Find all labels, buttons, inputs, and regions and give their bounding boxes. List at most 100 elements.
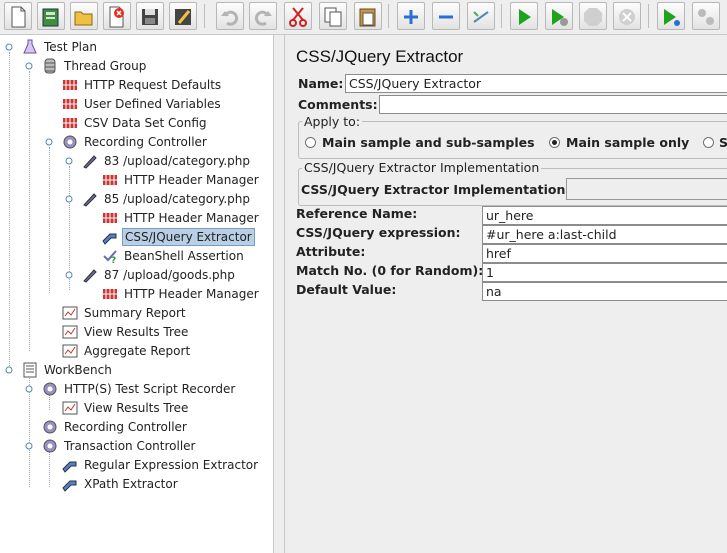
radio-label: S [719, 135, 727, 150]
radio-label: Main sample only [566, 135, 690, 150]
tree-toggle-icon[interactable] [64, 156, 74, 166]
tree-node-label: User Defined Variables [84, 97, 221, 111]
radio-main-sample-only[interactable] [549, 137, 560, 148]
extractor-icon [62, 461, 77, 473]
tree-toggle-icon[interactable] [4, 42, 14, 52]
tree-node-label: View Results Tree [84, 401, 189, 415]
extractor-panel: CSS/JQuery Extractor Name: CSS/JQuery Ex… [285, 35, 727, 553]
match-no-field[interactable]: 1 [482, 263, 727, 282]
remote-start-all-icon[interactable] [692, 2, 720, 30]
comments-field[interactable] [379, 95, 727, 114]
tree-toggle-icon[interactable] [44, 137, 54, 147]
save-icon[interactable] [136, 2, 164, 30]
tree-node-label: WorkBench [44, 363, 112, 377]
redo-icon[interactable] [249, 2, 277, 30]
test-plan-tree[interactable]: Test Plan Thread Group HTTP Request Defa… [0, 35, 273, 553]
listener-icon [62, 344, 78, 358]
tree-node-label: 83 /upload/category.php [104, 154, 251, 168]
stop-icon[interactable] [579, 2, 607, 30]
remote-start-icon[interactable] [657, 2, 685, 30]
tree-node-label: BeanShell Assertion [124, 249, 244, 263]
listener-icon [62, 401, 78, 415]
match-no-label: Match No. (0 for Random): [296, 263, 484, 278]
controller-icon [43, 420, 57, 434]
comments-label: Comments: [298, 97, 378, 112]
attribute-label: Attribute: [296, 244, 366, 259]
assertion-icon: ? [103, 250, 117, 264]
tree-node-label: HTTP Request Defaults [84, 78, 222, 92]
copy-icon[interactable] [319, 2, 347, 30]
listener-icon [62, 306, 78, 320]
templates-icon[interactable] [37, 2, 65, 30]
tree-node-label: Test Plan [44, 40, 97, 54]
collapse-icon[interactable] [432, 2, 460, 30]
radio-label: Main sample and sub-samples [322, 135, 535, 150]
radio-main-and-sub-samples[interactable] [305, 137, 316, 148]
tree-node-label: HTTP(S) Test Script Recorder [64, 382, 236, 396]
tree-toggle-icon[interactable] [64, 270, 74, 280]
panel-title: CSS/JQuery Extractor [296, 47, 464, 66]
config-element-icon [103, 213, 117, 223]
tree-node-label: XPath Extractor [84, 477, 178, 491]
open-icon[interactable] [70, 2, 98, 30]
tree-toggle-icon[interactable] [24, 384, 34, 394]
save-as-icon[interactable] [169, 2, 197, 30]
tree-node-label: HTTP Header Manager [124, 173, 259, 187]
tree-node-label: Regular Expression Extractor [84, 458, 259, 472]
name-field[interactable]: CSS/JQuery Extractor [345, 74, 727, 93]
sampler-icon [83, 193, 97, 207]
extractor-icon [102, 233, 117, 245]
default-value-field[interactable]: na [482, 282, 727, 301]
apply-to-title: Apply to: [302, 114, 363, 129]
extractor-icon [62, 480, 77, 492]
tree-node-label: 85 /upload/category.php [104, 192, 251, 206]
controller-icon [43, 439, 57, 453]
toolbar [0, 0, 727, 35]
sampler-icon [83, 269, 97, 283]
toggle-icon[interactable] [467, 2, 495, 30]
new-icon[interactable] [4, 2, 32, 30]
controller-icon [43, 382, 57, 396]
reference-name-field[interactable]: ur_here [482, 206, 727, 225]
config-element-icon [103, 175, 117, 185]
default-value-label: Default Value: [296, 282, 397, 297]
paste-icon[interactable] [354, 2, 382, 30]
config-element-icon [103, 289, 117, 299]
tree-toggle-icon[interactable] [4, 365, 14, 375]
thread-group-icon [44, 58, 56, 74]
start-no-pauses-icon[interactable] [545, 2, 573, 30]
reference-name-label: Reference Name: [296, 206, 418, 221]
undo-icon[interactable] [216, 2, 244, 30]
implementation-select[interactable] [566, 178, 727, 200]
tree-node-label: Thread Group [64, 59, 147, 73]
config-element-icon [63, 99, 77, 109]
test-plan-icon [23, 39, 37, 54]
tree-node-label: Recording Controller [64, 420, 187, 434]
close-icon[interactable] [103, 2, 131, 30]
implementation-title: CSS/JQuery Extractor Implementation [302, 160, 542, 175]
split-pane-divider[interactable] [273, 35, 285, 553]
implementation-label: CSS/JQuery Extractor Implementation [301, 182, 566, 197]
workbench-icon [23, 362, 37, 378]
attribute-field[interactable]: href [482, 244, 727, 263]
tree-node-label: 87 /upload/goods.php [104, 268, 235, 282]
sampler-icon [83, 155, 97, 169]
tree-toggle-icon[interactable] [64, 194, 74, 204]
css-expression-label: CSS/JQuery expression: [296, 225, 461, 240]
css-expression-field[interactable]: #ur_here a:last-child [482, 225, 727, 244]
cut-icon[interactable] [284, 2, 312, 30]
expand-icon[interactable] [397, 2, 425, 30]
config-element-icon [63, 118, 77, 128]
tree-node-label: Recording Controller [84, 135, 207, 149]
shutdown-icon[interactable] [613, 2, 641, 30]
tree-node-label: CSS/JQuery Extractor [122, 228, 255, 246]
tree-toggle-icon[interactable] [24, 61, 34, 71]
tree-node-label: Aggregate Report [84, 344, 191, 358]
radio-option-s[interactable] [703, 137, 714, 148]
svg-text:?: ? [111, 256, 116, 264]
tree-toggle-icon[interactable] [24, 441, 34, 451]
tree-node-label: Transaction Controller [64, 439, 196, 453]
tree-node-label: HTTP Header Manager [124, 211, 259, 225]
listener-icon [62, 325, 78, 339]
start-icon[interactable] [510, 2, 538, 30]
